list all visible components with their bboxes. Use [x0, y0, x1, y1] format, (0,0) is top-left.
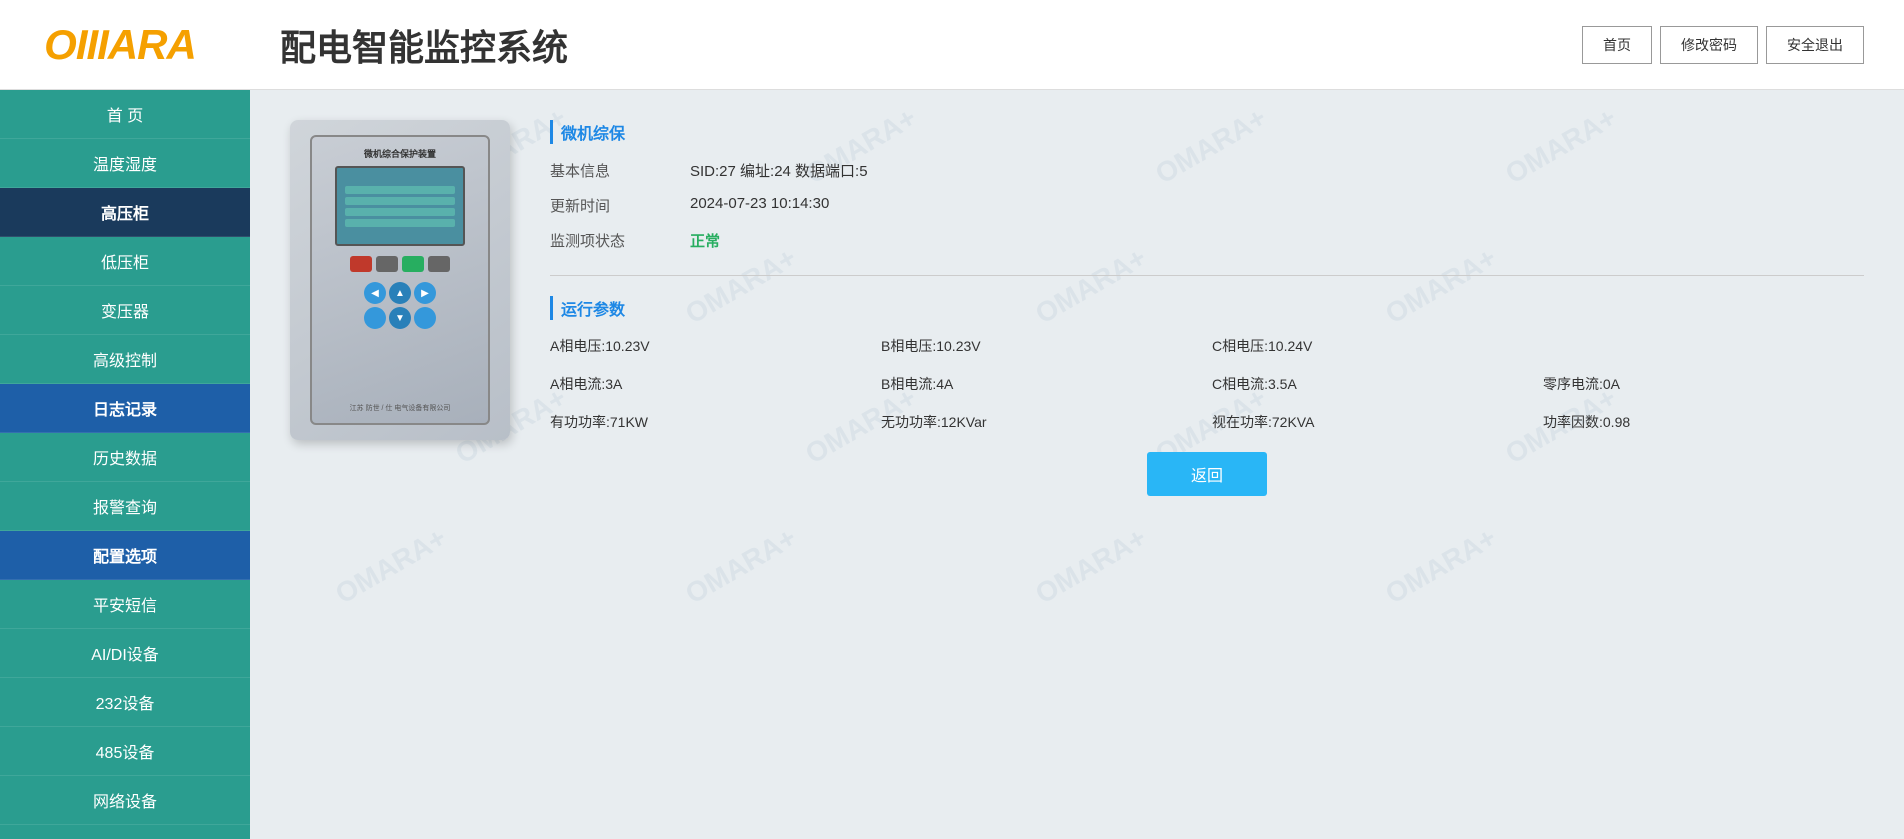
monitor-label: 监测项状态	[550, 230, 670, 251]
sidebar-item-config[interactable]: 配置选项	[0, 531, 250, 580]
section-title-params: 运行参数	[550, 296, 1864, 320]
divider	[550, 275, 1864, 276]
param-empty1	[1543, 336, 1864, 356]
logo-text: OIIIARA	[44, 21, 196, 69]
update-time-value: 2024-07-23 10:14:30	[690, 195, 1864, 216]
page-title: 配电智能监控系统	[220, 19, 1582, 71]
sidebar-item-transformer[interactable]: 变压器	[0, 286, 250, 335]
basic-info-label: 基本信息	[550, 160, 670, 181]
param-i0: 零序电流:0A	[1543, 374, 1864, 394]
param-pf: 功率因数:0.98	[1543, 412, 1864, 432]
sidebar-item-home[interactable]: 首 页	[0, 90, 250, 139]
sidebar-item-advanced-control[interactable]: 高级控制	[0, 335, 250, 384]
device-buttons	[350, 256, 450, 272]
sidebar-item-high-voltage[interactable]: 高压柜	[0, 188, 250, 237]
info-panel: 微机综保 基本信息 SID:27 编址:24 数据端口:5 更新时间 2024-…	[550, 120, 1864, 506]
return-button[interactable]: 返回	[1147, 452, 1267, 496]
device-image: 微机综合保护装置 ◀ ▲	[290, 120, 510, 440]
sidebar-item-rs485[interactable]: 485设备	[0, 727, 250, 776]
home-button[interactable]: 首页	[1582, 26, 1652, 64]
update-time-label: 更新时间	[550, 195, 670, 216]
section-title-device: 微机综保	[550, 120, 1864, 144]
main-content: OMARA+ OMARA+ OMARA+ OMARA+ OMARA+ OMARA…	[250, 90, 1904, 839]
content-area: 微机综合保护装置 ◀ ▲	[290, 120, 1864, 506]
monitor-value: 正常	[690, 230, 1864, 251]
logo: OIIIARA	[20, 5, 220, 85]
param-ib: B相电流:4A	[881, 374, 1202, 394]
header-buttons: 首页 修改密码 安全退出	[1582, 26, 1864, 64]
basic-info-value: SID:27 编址:24 数据端口:5	[690, 160, 1864, 181]
sidebar-item-device-config[interactable]: 设备配置	[0, 825, 250, 839]
device-nav: ◀ ▲ ▶ ▼	[364, 282, 436, 329]
layout: 首 页 温度湿度 高压柜 低压柜 变压器 高级控制 日志记录 历史数据 报警查询…	[0, 90, 1904, 839]
basic-info-grid: 基本信息 SID:27 编址:24 数据端口:5 更新时间 2024-07-23…	[550, 160, 1864, 251]
param-ia: A相电流:3A	[550, 374, 871, 394]
header: OIIIARA 配电智能监控系统 首页 修改密码 安全退出	[0, 0, 1904, 90]
params-grid: A相电压:10.23V B相电压:10.23V C相电压:10.24V A相电流…	[550, 336, 1864, 432]
param-vb: B相电压:10.23V	[881, 336, 1202, 356]
sidebar-item-temp-humidity[interactable]: 温度湿度	[0, 139, 250, 188]
sidebar-item-rs232[interactable]: 232设备	[0, 678, 250, 727]
param-va: A相电压:10.23V	[550, 336, 871, 356]
sidebar-item-aidi[interactable]: AI/DI设备	[0, 629, 250, 678]
sidebar-item-log[interactable]: 日志记录	[0, 384, 250, 433]
param-q: 无功功率:12KVar	[881, 412, 1202, 432]
logout-button[interactable]: 安全退出	[1766, 26, 1864, 64]
param-s: 视在功率:72KVA	[1212, 412, 1533, 432]
sidebar: 首 页 温度湿度 高压柜 低压柜 变压器 高级控制 日志记录 历史数据 报警查询…	[0, 90, 250, 839]
sidebar-item-alarm[interactable]: 报警查询	[0, 482, 250, 531]
param-ic: C相电流:3.5A	[1212, 374, 1533, 394]
change-password-button[interactable]: 修改密码	[1660, 26, 1758, 64]
param-vc: C相电压:10.24V	[1212, 336, 1533, 356]
sidebar-item-history[interactable]: 历史数据	[0, 433, 250, 482]
device-brand: 江苏 防世 / 仕 电气设备有限公司	[350, 403, 451, 413]
sidebar-item-network[interactable]: 网络设备	[0, 776, 250, 825]
device-body: 微机综合保护装置 ◀ ▲	[310, 135, 490, 425]
sidebar-item-sms[interactable]: 平安短信	[0, 580, 250, 629]
device-screen	[335, 166, 465, 246]
sidebar-item-low-voltage[interactable]: 低压柜	[0, 237, 250, 286]
param-p: 有功功率:71KW	[550, 412, 871, 432]
device-label: 微机综合保护装置	[364, 147, 436, 160]
